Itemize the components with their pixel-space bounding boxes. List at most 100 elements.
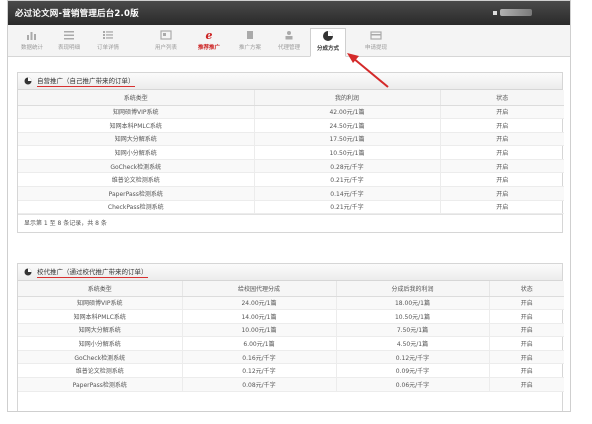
profit-cell: 0.21元/千字 bbox=[254, 200, 441, 215]
tool-label: 代理管理 bbox=[277, 45, 300, 51]
table-header-row: 系统类型 给校园代理分成 分成后我的利润 状态 bbox=[18, 281, 564, 297]
profit-cell: 0.12元/千字 bbox=[336, 350, 490, 365]
self-promo-table: 系统类型 我的利润 状态 知网硕博VIP系统 42.00元/1篇 开启 知网本科PM… bbox=[18, 90, 564, 215]
app-window: 必过论文网-营销管理后台2.0版 数据统计 表现明细 订单详情 用户列表 e 推… bbox=[7, 0, 571, 412]
withdraw-icon bbox=[370, 29, 383, 41]
status-cell: 开启 bbox=[489, 377, 564, 392]
agent-share-cell: 6.00元/1篇 bbox=[182, 336, 337, 351]
system-type-cell: 知网本科PMLC系统 bbox=[18, 118, 255, 133]
profit-cell: 10.50元/1篇 bbox=[254, 145, 441, 160]
agent-share-cell: 24.00元/1篇 bbox=[182, 296, 337, 311]
ie-promote-icon: e bbox=[203, 29, 216, 41]
col-header: 状态 bbox=[440, 90, 564, 106]
profit-cell: 0.21元/千字 bbox=[254, 172, 441, 188]
table-row: 知网本科PMLC系统 14.00元/1篇 10.50元/1篇 开启 bbox=[18, 309, 564, 324]
status-cell: 开启 bbox=[440, 172, 564, 188]
table-row: PaperPass检测系统 0.14元/千字 开启 bbox=[18, 186, 564, 201]
profit-cell: 0.28元/千字 bbox=[254, 159, 441, 174]
table-row: GoCheck检测系统 0.28元/千字 开启 bbox=[18, 159, 564, 174]
table-header-row: 系统类型 我的利润 状态 bbox=[18, 90, 564, 106]
pie-chart-icon bbox=[24, 268, 32, 276]
self-promo-heading: 自营推广 bbox=[37, 77, 63, 85]
tool-orders[interactable]: 订单详情 bbox=[90, 28, 126, 55]
school-promo-heading-note: （通过校代推广带来的订单） bbox=[63, 268, 148, 276]
tool-promote[interactable]: e 推荐推广 bbox=[191, 28, 227, 55]
agent-share-cell: 14.00元/1篇 bbox=[182, 309, 337, 324]
table-row: 知网硕博VIP系统 24.00元/1篇 18.00元/1篇 开启 bbox=[18, 296, 564, 311]
tool-label: 申请提现 bbox=[364, 45, 387, 51]
profit-cell: 17.50元/1篇 bbox=[254, 132, 441, 147]
system-type-cell: 知网小分解系统 bbox=[18, 336, 183, 351]
tool-withdraw[interactable]: 申请提现 bbox=[358, 28, 394, 55]
system-type-cell: 知网大分解系统 bbox=[18, 323, 183, 338]
system-type-cell: PaperPass检测系统 bbox=[18, 186, 255, 201]
table-row: 维普论文检测系统 0.21元/千字 开启 bbox=[18, 172, 564, 188]
tool-label: 推荐推广 bbox=[197, 45, 220, 51]
title-bar: 必过论文网-营销管理后台2.0版 bbox=[8, 1, 570, 25]
table-row: 维普论文检测系统 0.12元/千字 0.09元/千字 开启 bbox=[18, 363, 564, 379]
tool-label: 推广方案 bbox=[238, 45, 261, 51]
col-header: 系统类型 bbox=[18, 90, 255, 106]
table-row: 知网本科PMLC系统 24.50元/1篇 开启 bbox=[18, 118, 564, 133]
tool-detail[interactable]: 表现明细 bbox=[51, 28, 87, 55]
list-icon bbox=[63, 29, 76, 41]
tool-data-stats[interactable]: 数据统计 bbox=[14, 28, 50, 55]
agent-share-cell: 0.08元/千字 bbox=[182, 377, 337, 392]
plan-icon bbox=[244, 29, 257, 41]
system-type-cell: PaperPass检测系统 bbox=[18, 377, 183, 392]
col-header: 系统类型 bbox=[18, 281, 183, 297]
user-menu[interactable] bbox=[493, 9, 532, 16]
user-icon bbox=[493, 10, 497, 15]
agent-share-cell: 0.16元/千字 bbox=[182, 350, 337, 365]
profit-cell: 7.50元/1篇 bbox=[336, 323, 490, 338]
tool-label: 分成方式 bbox=[316, 46, 339, 52]
bar-chart-icon bbox=[26, 29, 39, 41]
tool-label: 用户列表 bbox=[154, 45, 177, 51]
tool-plan[interactable]: 推广方案 bbox=[232, 28, 268, 55]
username-redacted bbox=[500, 9, 532, 16]
tool-label: 数据统计 bbox=[20, 45, 43, 51]
status-cell: 开启 bbox=[489, 309, 564, 324]
table-row: 知网小分解系统 6.00元/1篇 4.50元/1篇 开启 bbox=[18, 336, 564, 351]
table-row: 知网硕博VIP系统 42.00元/1篇 开启 bbox=[18, 105, 564, 120]
status-cell: 开启 bbox=[440, 159, 564, 174]
profit-cell: 0.14元/千字 bbox=[254, 186, 441, 201]
table-row: 知网大分解系统 10.00元/1篇 7.50元/1篇 开启 bbox=[18, 323, 564, 338]
system-type-cell: 知网本科PMLC系统 bbox=[18, 309, 183, 324]
agent-share-cell: 0.12元/千字 bbox=[182, 363, 337, 379]
self-promo-panel: 自营推广（自己推广带来的订单） 系统类型 我的利润 状态 知网硕博VIP系统 42… bbox=[17, 72, 564, 234]
profit-cell: 18.00元/1篇 bbox=[336, 296, 490, 311]
self-promo-heading-note: （自己推广带来的订单） bbox=[63, 77, 135, 85]
pie-chart-icon bbox=[24, 77, 32, 85]
table-row: CheckPass检测系统 0.21元/千字 开启 bbox=[18, 200, 564, 215]
app-title: 必过论文网-营销管理后台2.0版 bbox=[15, 9, 139, 19]
status-cell: 开启 bbox=[489, 296, 564, 311]
profit-cell: 0.09元/千字 bbox=[336, 363, 490, 379]
status-cell: 开启 bbox=[440, 145, 564, 160]
profit-cell: 4.50元/1篇 bbox=[336, 336, 490, 351]
system-type-cell: 知网硕博VIP系统 bbox=[18, 296, 183, 311]
status-cell: 开启 bbox=[489, 323, 564, 338]
profit-cell: 0.06元/千字 bbox=[336, 377, 490, 392]
pagination-info: 显示第 1 至 8 条记录，共 8 条 bbox=[18, 214, 562, 233]
tool-commission[interactable]: 分成方式 bbox=[310, 28, 346, 57]
self-promo-title: 自营推广（自己推广带来的订单） bbox=[37, 75, 135, 87]
system-type-cell: 知网小分解系统 bbox=[18, 145, 255, 160]
system-type-cell: GoCheck检测系统 bbox=[18, 159, 255, 174]
system-type-cell: 维普论文检测系统 bbox=[18, 172, 255, 188]
agent-share-cell: 10.00元/1篇 bbox=[182, 323, 337, 338]
school-promo-panel: 校代推广（通过校代推广带来的订单） 系统类型 给校园代理分成 分成后我的利润 状… bbox=[17, 263, 564, 411]
school-promo-table: 系统类型 给校园代理分成 分成后我的利润 状态 知网硕博VIP系统 24.00元/… bbox=[18, 281, 564, 392]
tool-user-list[interactable]: 用户列表 bbox=[148, 28, 184, 55]
svg-text:e: e bbox=[206, 29, 213, 41]
user-list-icon bbox=[160, 29, 173, 41]
self-promo-header: 自营推广（自己推广带来的订单） bbox=[18, 73, 562, 90]
school-promo-title: 校代推广（通过校代推广带来的订单） bbox=[37, 266, 148, 278]
profit-cell: 24.50元/1篇 bbox=[254, 118, 441, 133]
tool-label: 表现明细 bbox=[57, 45, 80, 51]
tool-agent[interactable]: 代理管理 bbox=[271, 28, 307, 55]
orders-icon bbox=[102, 29, 115, 41]
col-header: 我的利润 bbox=[254, 90, 441, 106]
agent-icon bbox=[283, 29, 296, 41]
table-row: GoCheck检测系统 0.16元/千字 0.12元/千字 开启 bbox=[18, 350, 564, 365]
